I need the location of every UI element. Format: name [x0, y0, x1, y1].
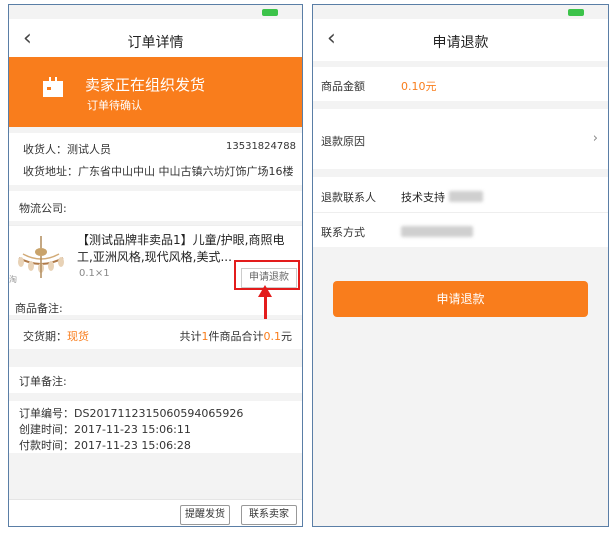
product-remark-label: 商品备注:: [15, 302, 63, 315]
chevron-right-icon: ›: [592, 131, 598, 146]
tao-mark: 淘: [9, 275, 17, 284]
amount-label: 商品金额: [321, 80, 365, 93]
redacted-contact[interactable]: [401, 226, 473, 237]
item-count: 1: [201, 330, 209, 343]
contact-method-label: 联系方式: [321, 226, 365, 239]
page-title: 订单详情: [127, 35, 184, 51]
refund-reason-label: 退款原因: [321, 135, 365, 148]
navbar: ‹ 订单详情: [9, 19, 302, 61]
logistics-row: 物流公司:: [9, 191, 302, 221]
delivery-row: 交货期：现货 共计1件商品合计0.1元: [9, 319, 302, 349]
order-info: 订单编号：DS20171123150605940659​26 创建时间：2017…: [9, 401, 302, 453]
recipient-phone: 13531824788: [226, 141, 296, 152]
divider: [313, 212, 608, 213]
battery-icon: [568, 9, 584, 16]
annotation-arrow-shaft: [264, 295, 267, 319]
navbar: ‹ 申请退款: [313, 19, 608, 61]
refund-reason-row[interactable]: 退款原因 ›: [313, 109, 608, 169]
footer-bar: 提醒发货 联系卖家: [9, 499, 302, 526]
amount-value: 0.10元: [401, 80, 437, 93]
box-icon: [43, 77, 63, 97]
refund-screen: ‹ 申请退款 商品金额 0.10元 退款原因 › 退款联系人 技术支持 联系方式…: [312, 4, 609, 527]
redacted-name: [449, 191, 483, 202]
total-amount: 0.1: [263, 330, 282, 343]
created-time: 创建时间：2017-11-23 15:06:11: [19, 423, 191, 436]
delivery-value: 现货: [67, 330, 89, 343]
status-subtitle: 订单待确认: [87, 99, 142, 112]
logistics-label: 物流公司:: [19, 202, 67, 215]
battery-icon: [262, 9, 278, 16]
status-banner: 卖家正在组织发货 订单待确认: [9, 57, 302, 127]
contact-person-label: 退款联系人: [321, 191, 376, 204]
order-remark-label: 订单备注:: [19, 375, 67, 388]
product-card: 淘 【测试品牌非卖品1】儿童/护眼,商照电工,亚洲风格,现代风格,美式... 0…: [9, 225, 302, 315]
order-detail-screen: ‹ 订单详情 卖家正在组织发货 订单待确认 收货人：测试人员 135318247…: [8, 4, 303, 527]
remind-ship-button[interactable]: 提醒发货: [180, 505, 230, 525]
status-title: 卖家正在组织发货: [85, 76, 206, 94]
address-card: 收货人：测试人员 13531824788 收货地址：广东省中山中山 中山古镇六坊…: [9, 133, 302, 185]
contact-seller-button[interactable]: 联系卖家: [241, 505, 297, 525]
product-price-qty: 0.1×1: [79, 268, 110, 279]
order-remark-row: 订单备注:: [9, 367, 302, 393]
paid-time: 付款时间：2017-11-23 15:06:28: [19, 439, 191, 452]
order-total: 共计1件商品合计0.1元: [179, 330, 293, 343]
recipient-name: 收货人：测试人员: [23, 143, 111, 156]
apply-refund-submit-button[interactable]: 申请退款: [333, 281, 588, 317]
amount-row: 商品金额 0.10元: [313, 67, 608, 101]
contact-person-value[interactable]: 技术支持: [401, 189, 445, 205]
contact-section: 退款联系人 技术支持 联系方式: [313, 177, 608, 247]
product-image[interactable]: [13, 234, 69, 286]
recipient-address: 收货地址：广东省中山中山 中山古镇六坊灯饰广场16楼: [23, 165, 294, 178]
delivery-label: 交货期：现货: [23, 330, 89, 343]
page-title: 申请退款: [432, 35, 489, 51]
order-number: 订单编号：DS20171123150605940659​26: [19, 407, 244, 420]
